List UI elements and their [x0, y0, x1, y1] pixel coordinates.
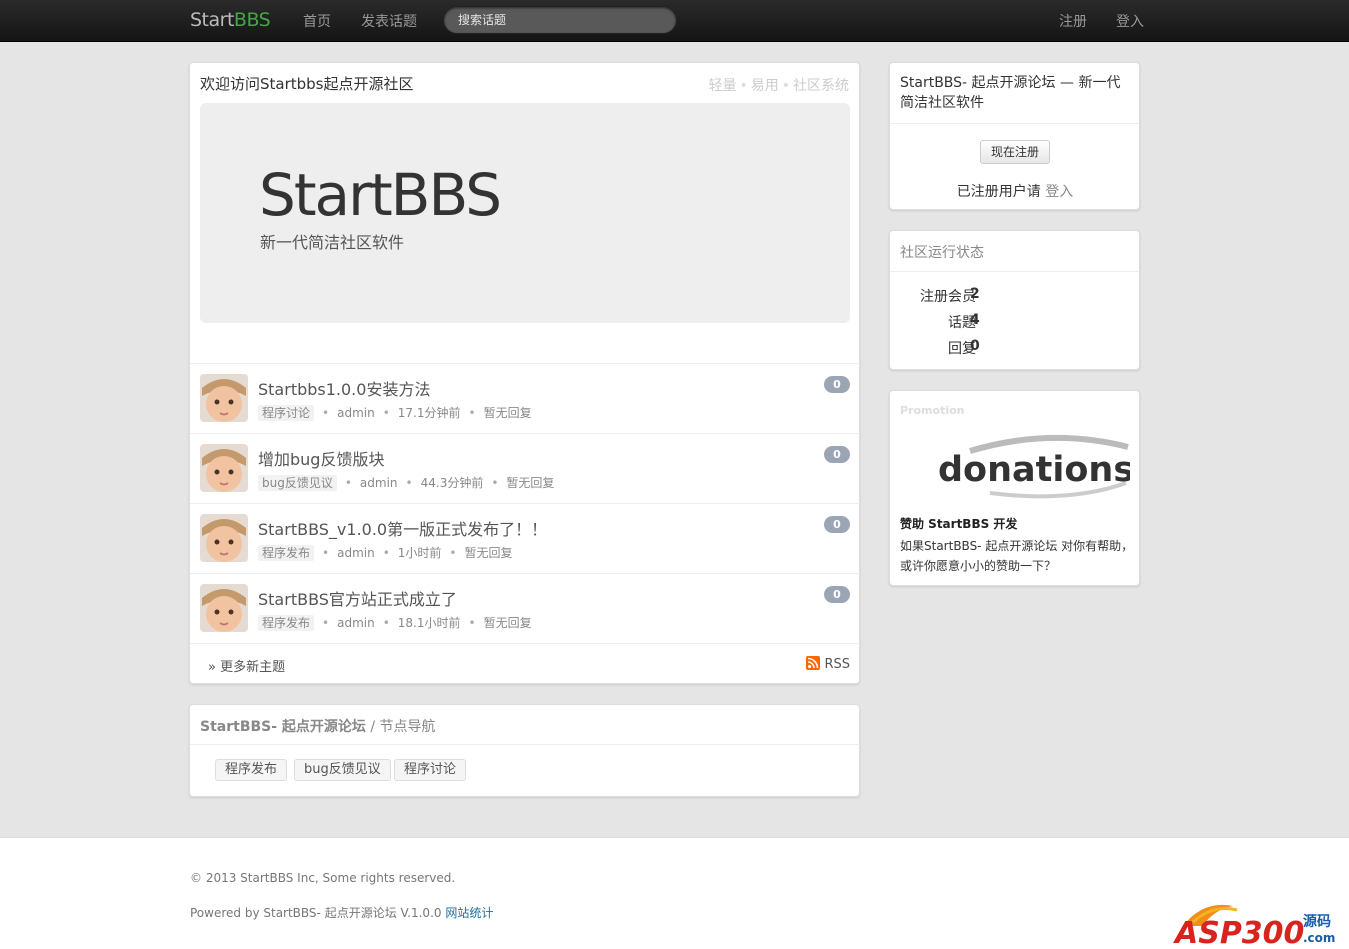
topic-author[interactable]: admin [337, 546, 375, 560]
node-nav-title: StartBBS- 起点开源论坛 / 节点导航 [200, 719, 436, 735]
topic-row: StartBBS_v1.0.0第一版正式发布了！！ 程序发布 • admin • 1小时… [190, 503, 860, 573]
intro-panel: StartBBS- 起点开源论坛 — 新一代简洁社区软件 现在注册 已注册用户请… [889, 62, 1140, 210]
welcome-panel: 欢迎访问Startbbs起点开源社区 轻量 • 易用 • 社区系统 StartBBS 新… [189, 62, 860, 684]
donate-text: 如果StartBBS- 起点开源论坛 对你有帮助，或许你愿意小小的赞助一下？ [900, 539, 1134, 573]
donations-logo[interactable]: donations [930, 431, 1134, 503]
more-topics-link[interactable]: » 更多新主题 [208, 656, 285, 675]
topic-meta: 程序讨论 • admin • 17.1分钟前 • 暂无回复 [258, 404, 532, 421]
topic-node-tag[interactable]: 程序发布 [258, 545, 315, 561]
intro-text: StartBBS- 起点开源论坛 — 新一代简洁社区软件 [900, 75, 1121, 111]
divider [890, 271, 1139, 272]
stat-value: 0 [970, 338, 980, 354]
topic-reply-status: 暂无回复 [483, 616, 532, 630]
tagline: 轻量 • 易用 • 社区系统 [708, 78, 849, 94]
nav-new-topic[interactable]: 发表话题 [361, 11, 417, 31]
topic-title[interactable]: Startbbs1.0.0安装方法 [258, 376, 430, 400]
svg-text:源码: 源码 [1303, 913, 1331, 930]
topic-meta: bug反馈见议 • admin • 44.3分钟前 • 暂无回复 [258, 474, 554, 491]
topic-author[interactable]: admin [337, 616, 375, 630]
site-stats-link[interactable]: 网站统计 [445, 906, 493, 920]
hero-banner: StartBBS 新一代简洁社区软件 [200, 103, 850, 323]
nav-login[interactable]: 登入 [1116, 11, 1144, 31]
register-now-button[interactable]: 现在注册 [980, 140, 1050, 164]
topic-node-tag[interactable]: 程序讨论 [258, 405, 315, 421]
stat-value: 4 [970, 312, 980, 328]
stats-panel: 社区运行状态 注册会员 2 话题 4 回复 0 [889, 230, 1140, 370]
avatar[interactable] [200, 444, 248, 492]
promo-label: Promotion [900, 404, 965, 417]
top-navbar: StartBBS 首页 发表话题 注册 登入 [0, 0, 1349, 42]
topic-time: 18.1小时前 [397, 616, 461, 630]
donate-title: 赞助 StartBBS 开发 [900, 517, 1018, 531]
stats-title: 社区运行状态 [900, 245, 984, 261]
topic-node-tag[interactable]: bug反馈见议 [258, 475, 337, 491]
powered-by: Powered by StartBBS- 起点开源论坛 V.1.0.0 网站统计 [190, 906, 494, 920]
topic-row: 增加bug反馈版块 bug反馈见议 • admin • 44.3分钟前 • 暂无回复 0 [190, 433, 860, 503]
topic-time: 17.1分钟前 [397, 406, 461, 420]
topic-row: Startbbs1.0.0安装方法 程序讨论 • admin • 17.1分钟前 • 暂无回… [190, 363, 860, 433]
topic-meta: 程序发布 • admin • 1小时前 • 暂无回复 [258, 544, 513, 561]
stat-value: 2 [970, 286, 980, 302]
hero-subtitle: 新一代简洁社区软件 [260, 233, 405, 252]
more-row: » 更多新主题 RSS [190, 643, 860, 683]
node-button[interactable]: 程序讨论 [394, 759, 467, 781]
node-nav-header: StartBBS- 起点开源论坛 / 节点导航 [190, 705, 860, 745]
topic-row: StartBBS官方站正式成立了 程序发布 • admin • 18.1小时前 • 暂无回复… [190, 573, 860, 643]
nav-home[interactable]: 首页 [303, 11, 331, 31]
topic-node-tag[interactable]: 程序发布 [258, 615, 315, 631]
copyright: © 2013 StartBBS Inc, Some rights reserve… [190, 871, 456, 885]
login-link[interactable]: 登入 [1045, 184, 1073, 200]
promotion-panel: Promotion donations 赞助 StartBBS 开发 如果Sta… [889, 390, 1140, 586]
search-input[interactable] [443, 6, 677, 34]
topic-meta: 程序发布 • admin • 18.1小时前 • 暂无回复 [258, 614, 532, 631]
reply-count-badge: 0 [824, 376, 850, 393]
svg-text:donations: donations [938, 450, 1130, 490]
svg-text:ASP300: ASP300 [1173, 916, 1304, 946]
nav-register[interactable]: 注册 [1059, 11, 1087, 31]
footer: © 2013 StartBBS Inc, Some rights reserve… [0, 837, 1349, 949]
hero-brand: StartBBS [259, 161, 502, 229]
avatar[interactable] [200, 374, 248, 422]
login-hint: 已注册用户请 登入 [956, 184, 1074, 200]
topic-time: 1小时前 [397, 546, 442, 560]
reply-count-badge: 0 [824, 446, 850, 463]
topic-time: 44.3分钟前 [420, 476, 484, 490]
topic-author[interactable]: admin [360, 476, 398, 490]
reply-count-badge: 0 [824, 516, 850, 533]
avatar[interactable] [200, 514, 248, 562]
node-nav-panel: StartBBS- 起点开源论坛 / 节点导航 程序发布 bug反馈见议 程序讨… [189, 704, 860, 797]
watermark-logo: ASP300 源码 .com [1173, 896, 1341, 949]
topic-reply-status: 暂无回复 [483, 406, 532, 420]
rss-link[interactable]: RSS [806, 656, 850, 672]
topic-reply-status: 暂无回复 [464, 546, 513, 560]
node-button[interactable]: 程序发布 [215, 759, 288, 781]
topic-title[interactable]: 增加bug反馈版块 [258, 446, 384, 470]
welcome-title: 欢迎访问Startbbs起点开源社区 [200, 75, 414, 93]
reply-count-badge: 0 [824, 586, 850, 603]
stat-label: 注册会员 [920, 289, 976, 305]
topic-title[interactable]: StartBBS_v1.0.0第一版正式发布了！！ [258, 516, 547, 540]
svg-text:.com: .com [1303, 931, 1335, 945]
avatar[interactable] [200, 584, 248, 632]
brand-logo[interactable]: StartBBS [190, 9, 271, 31]
divider [890, 123, 1139, 124]
topic-reply-status: 暂无回复 [506, 476, 555, 490]
node-button[interactable]: bug反馈见议 [294, 759, 391, 781]
rss-icon [806, 656, 821, 670]
topic-author[interactable]: admin [337, 406, 375, 420]
topic-title[interactable]: StartBBS官方站正式成立了 [258, 586, 457, 610]
